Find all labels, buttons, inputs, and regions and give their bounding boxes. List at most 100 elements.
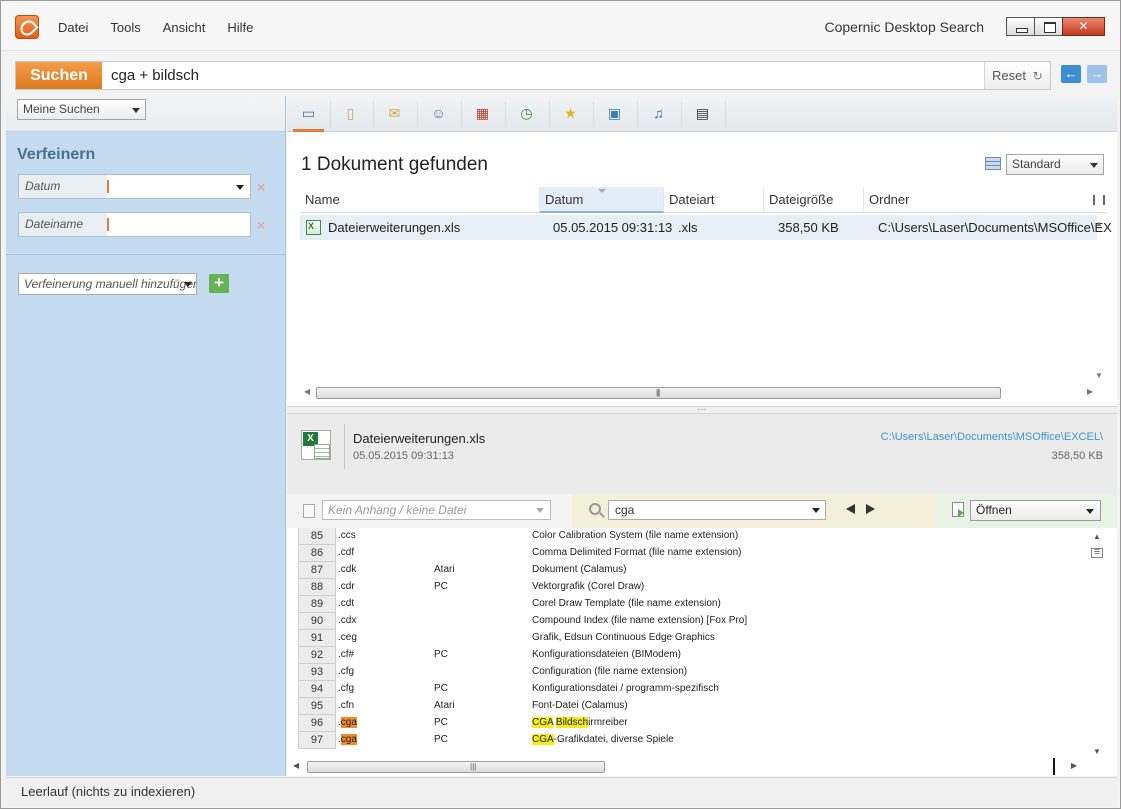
search-bar: Suchen Reset ↻ <box>15 61 1051 90</box>
menu-tools[interactable]: Tools <box>110 20 140 35</box>
preview-file-size: 358,50 KB <box>1051 450 1103 462</box>
find-next-icon[interactable] <box>866 504 875 514</box>
tab-favorites[interactable]: ★ <box>553 100 588 130</box>
table-row[interactable]: Dateierweiterungen.xls 05.05.2015 09:31:… <box>300 215 1112 240</box>
add-refinement-dropdown[interactable]: Verfeinerung manuell hinzufügen <box>18 273 197 295</box>
tab-calendar[interactable]: ▦ <box>465 100 500 130</box>
sheet-row: 87 .cdk Atari Dokument (Calamus) <box>298 562 1088 579</box>
tab-documents[interactable]: ▯ <box>333 100 368 130</box>
menu-datei[interactable]: Datei <box>58 20 88 35</box>
scroll-up-icon[interactable]: ▲ <box>1095 219 1103 228</box>
chevron-down-icon[interactable] <box>812 508 820 513</box>
column-datum[interactable]: Datum <box>540 187 664 213</box>
view-mode-icon[interactable] <box>985 157 1001 170</box>
search-hit-highlight: CGA <box>532 734 554 745</box>
extension-cell: .cga <box>338 717 357 728</box>
view-select[interactable]: Standard <box>1006 154 1104 175</box>
close-button[interactable]: ✕ <box>1062 17 1105 36</box>
document-preview[interactable]: 85 .ccs Color Calibration System (file nam… <box>287 528 1117 776</box>
search-input[interactable] <box>111 65 981 86</box>
list-icon[interactable]: ☰ <box>1091 548 1103 558</box>
text-caret <box>107 218 109 231</box>
filter-datum-label: Datum <box>19 175 107 198</box>
tab-history[interactable]: ◷ <box>509 100 544 130</box>
column-dateigroesse[interactable]: Dateigröße <box>764 187 864 213</box>
attachment-icon <box>303 504 315 518</box>
menu-bar: Datei Tools Ansicht Hilfe <box>58 20 275 35</box>
column-ordner[interactable]: Ordner <box>864 187 1074 213</box>
row-number: 95 <box>298 698 336 715</box>
row-number: 93 <box>298 664 336 681</box>
app-logo-icon[interactable] <box>15 15 39 39</box>
forward-arrow-icon[interactable]: → <box>1087 65 1107 83</box>
attachment-select[interactable]: Kein Anhang / keine Datei <box>322 500 551 520</box>
tab-all[interactable]: ▭ <box>291 100 326 132</box>
divider <box>6 254 285 255</box>
grip-icon: ||| <box>656 388 660 397</box>
scroll-up-icon[interactable]: ▲ <box>1093 532 1101 541</box>
preview-horizontal-scrollbar[interactable]: ◀ ||| ▶ <box>287 758 1085 775</box>
my-searches-dropdown[interactable]: Meine Suchen <box>17 99 146 120</box>
maximize-button[interactable] <box>1034 17 1063 36</box>
open-button[interactable]: Öffnen <box>970 500 1101 521</box>
scroll-down-icon[interactable]: ▼ <box>1095 371 1103 380</box>
contact-icon: ☺ <box>431 105 446 121</box>
sheet-row: 88 .cdr PC Vektorgrafik (Corel Draw) <box>298 579 1088 596</box>
remove-filter-datum-icon[interactable]: × <box>257 180 269 194</box>
minimize-button[interactable] <box>1006 17 1035 36</box>
back-arrow-icon[interactable]: ← <box>1061 65 1081 83</box>
document-icon: ▯ <box>346 105 355 121</box>
status-bar: Leerlauf (nichts zu indexieren) <box>6 777 1117 806</box>
scroll-left-icon[interactable]: ◀ <box>293 761 299 770</box>
pane-splitter[interactable]: ··· <box>287 405 1117 414</box>
attachment-select-label: Kein Anhang / keine Datei <box>328 503 467 517</box>
preview-file-name: Dateierweiterungen.xls <box>353 431 486 446</box>
tab-contacts[interactable]: ☺ <box>421 100 456 130</box>
description-text: -Grafikdatei, diverse Spiele <box>553 734 674 745</box>
menu-hilfe[interactable]: Hilfe <box>227 20 253 35</box>
tab-videos[interactable]: ▤ <box>685 100 720 130</box>
row-number: 90 <box>298 613 336 630</box>
preview-vertical-scrollbar[interactable]: ▲ ☰ ▼ <box>1090 528 1104 756</box>
results-horizontal-scrollbar[interactable]: ◀ ||| ▶ <box>300 384 1097 402</box>
results-vertical-scrollbar[interactable]: ▲ ▼ <box>1093 215 1105 380</box>
column-chooser-icon[interactable] <box>1093 195 1105 205</box>
scroll-left-icon[interactable]: ◀ <box>304 387 310 396</box>
calendar-icon: ▦ <box>475 105 490 121</box>
menu-ansicht[interactable]: Ansicht <box>163 20 206 35</box>
find-previous-icon[interactable] <box>846 504 855 514</box>
scroll-thumb[interactable]: ||| <box>316 387 1001 399</box>
preview-file-path-link[interactable]: C:\Users\Laser\Documents\MSOffice\EXCEL\ <box>881 431 1103 443</box>
chevron-down-icon <box>132 107 140 113</box>
divider <box>725 102 726 128</box>
scroll-right-icon[interactable]: ▶ <box>1087 387 1093 396</box>
chevron-down-icon[interactable] <box>236 185 244 190</box>
search-hit-highlight: CGA <box>532 717 554 728</box>
reset-button[interactable]: Reset ↻ <box>984 62 1050 89</box>
tab-music[interactable]: ♫ <box>641 100 676 130</box>
result-name: Dateierweiterungen.xls <box>328 220 461 235</box>
chevron-down-icon[interactable] <box>1086 509 1094 514</box>
reset-label: Reset <box>992 68 1026 83</box>
divider <box>330 102 331 128</box>
tab-images[interactable]: ▣ <box>597 100 632 130</box>
column-name[interactable]: Name <box>300 187 540 213</box>
column-dateiart[interactable]: Dateiart <box>664 187 764 213</box>
find-in-document-value: cga <box>615 503 635 517</box>
filter-dateiname[interactable]: Dateiname <box>18 212 251 237</box>
row-number: 85 <box>298 528 336 545</box>
remove-filter-dateiname-icon[interactable]: × <box>257 218 269 232</box>
scroll-thumb[interactable]: ||| <box>307 761 605 773</box>
add-refinement-button[interactable]: + <box>209 274 229 293</box>
excel-file-icon <box>301 430 331 460</box>
scroll-down-icon[interactable]: ▼ <box>1093 747 1101 756</box>
filter-datum[interactable]: Datum <box>18 174 251 199</box>
description-text: irmreiber <box>588 717 628 728</box>
find-in-document-input[interactable]: cga <box>608 500 826 520</box>
divider <box>681 102 682 128</box>
sheet-row: 97 .cga PC CGA-Grafikdatei, diverse Spiele <box>298 732 1088 749</box>
scroll-right-icon[interactable]: ▶ <box>1071 761 1077 770</box>
tab-emails[interactable]: ✉ <box>377 100 412 130</box>
search-button[interactable]: Suchen <box>16 62 102 89</box>
divider <box>593 102 594 128</box>
